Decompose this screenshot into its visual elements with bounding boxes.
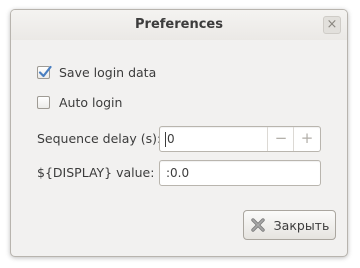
- display-row: ${DISPLAY} value:: [37, 165, 154, 180]
- save-login-option[interactable]: Save login data: [37, 65, 156, 80]
- auto-login-checkbox[interactable]: [37, 96, 50, 109]
- sequence-delay-row: Sequence delay (s):: [37, 131, 161, 146]
- display-label: ${DISPLAY} value:: [37, 165, 155, 180]
- sequence-delay-value: 0: [167, 132, 175, 146]
- save-login-label: Save login data: [59, 65, 157, 80]
- text-caret: [165, 132, 166, 147]
- close-dialog-label: Закрыть: [273, 217, 330, 233]
- decrement-button[interactable]: −: [267, 127, 294, 151]
- save-login-checkbox[interactable]: [37, 65, 52, 79]
- preferences-dialog: Preferences × Save login data Auto login…: [10, 9, 348, 257]
- sequence-delay-label: Sequence delay (s):: [37, 131, 162, 146]
- auto-login-label: Auto login: [59, 95, 123, 110]
- checkmark-icon: [38, 65, 52, 78]
- dialog-title: Preferences: [135, 17, 223, 32]
- close-dialog-button[interactable]: Закрыть: [243, 210, 336, 240]
- window-close-button[interactable]: ×: [323, 16, 341, 34]
- title-bar: Preferences ×: [11, 10, 347, 40]
- display-value-text: :0.0: [166, 166, 190, 180]
- display-value-input[interactable]: :0.0: [159, 160, 321, 186]
- increment-button[interactable]: +: [293, 127, 320, 151]
- close-x-icon: [250, 218, 265, 232]
- auto-login-option[interactable]: Auto login: [37, 95, 122, 110]
- sequence-delay-spinbox[interactable]: 0 − +: [159, 126, 321, 152]
